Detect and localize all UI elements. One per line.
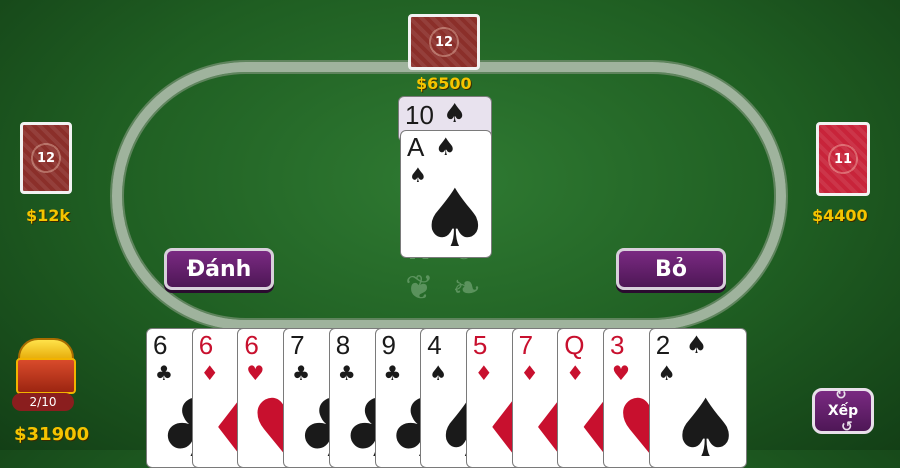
played-card-2-suit-top: ♠ — [435, 133, 457, 161]
hand-card-suit-small: ♠ — [429, 361, 448, 385]
hand-card-suit-small: ♣ — [337, 361, 356, 385]
emblem-bottom-ornament: ❦ ❧ — [405, 268, 485, 308]
opponent-right-money: $4400 — [812, 206, 868, 225]
hand-card-rank: 4 — [427, 330, 442, 360]
sort-button-label: Xếp — [827, 403, 859, 419]
played-card-2-suit-big: ♠ — [419, 172, 491, 258]
sort-arrow-bottom-icon: ↺ — [841, 419, 853, 435]
chest-box — [16, 358, 76, 394]
opponent-left-money: $12k — [26, 206, 71, 225]
hand-card-suit-top: ♠ — [685, 331, 708, 359]
hand-card-rank: 8 — [335, 330, 351, 360]
hand-card-suit-small: ♥ — [246, 361, 265, 385]
hand-card-suit-small: ♣ — [383, 361, 402, 385]
opponent-right-cards: 11 — [816, 122, 870, 196]
opponent-right-card-count: 11 — [833, 151, 853, 167]
treasure-chest-icon[interactable] — [12, 336, 76, 396]
player-money: $31900 — [14, 424, 90, 445]
hand-card-suit-small: ♠ — [657, 361, 676, 385]
sort-arrow-top-icon: ↻ — [835, 387, 847, 403]
hand-card-rank: 5 — [472, 330, 488, 360]
hand-card[interactable]: 2 ♠ ♠ ♠ — [648, 328, 747, 468]
pass-button[interactable]: Bỏ — [616, 248, 726, 290]
hand-card-rank: 9 — [381, 330, 396, 360]
hand-card-suit-big: ♠ — [669, 382, 742, 468]
played-card-2-rank: A — [407, 132, 425, 162]
chest-progress: 2/10 — [12, 393, 74, 411]
played-card-1-suit: ♠ — [443, 99, 467, 129]
hand-card-rank: 3 — [610, 330, 625, 360]
hand-card-suit-small: ♣ — [155, 361, 173, 385]
sort-button[interactable]: ↻ Xếp ↺ — [812, 387, 874, 435]
hand-card-rank: 7 — [518, 330, 534, 360]
opponent-top-money: $6500 — [416, 74, 472, 93]
hand-card-rank: 6 — [153, 330, 168, 360]
hand-card-rank: 2 — [655, 330, 671, 360]
hand-card-suit-small: ♦ — [520, 361, 539, 385]
hand-card-suit-small: ♣ — [292, 361, 311, 385]
hand-card-rank: 6 — [244, 330, 259, 360]
hand-card-rank: 7 — [290, 330, 305, 360]
opponent-top-cards: 12 — [408, 14, 480, 70]
play-button[interactable]: Đánh — [164, 248, 274, 290]
hand-card-suit-small: ♦ — [200, 361, 219, 385]
hand-card-suit-small: ♥ — [612, 361, 630, 385]
opponent-left-cards: 12 — [20, 122, 72, 194]
hand-card-rank: Q — [564, 330, 585, 360]
played-card-2: A ♠ ♠ ♠ — [400, 130, 492, 258]
opponent-top-card-count: 12 — [434, 34, 454, 50]
played-card-1-rank: 10 — [405, 100, 434, 130]
hand-card-suit-small: ♦ — [474, 361, 493, 385]
hand-card-suit-small: ♦ — [566, 361, 585, 385]
hand-card-rank: 6 — [198, 330, 214, 360]
opponent-left-card-count: 12 — [36, 150, 56, 166]
